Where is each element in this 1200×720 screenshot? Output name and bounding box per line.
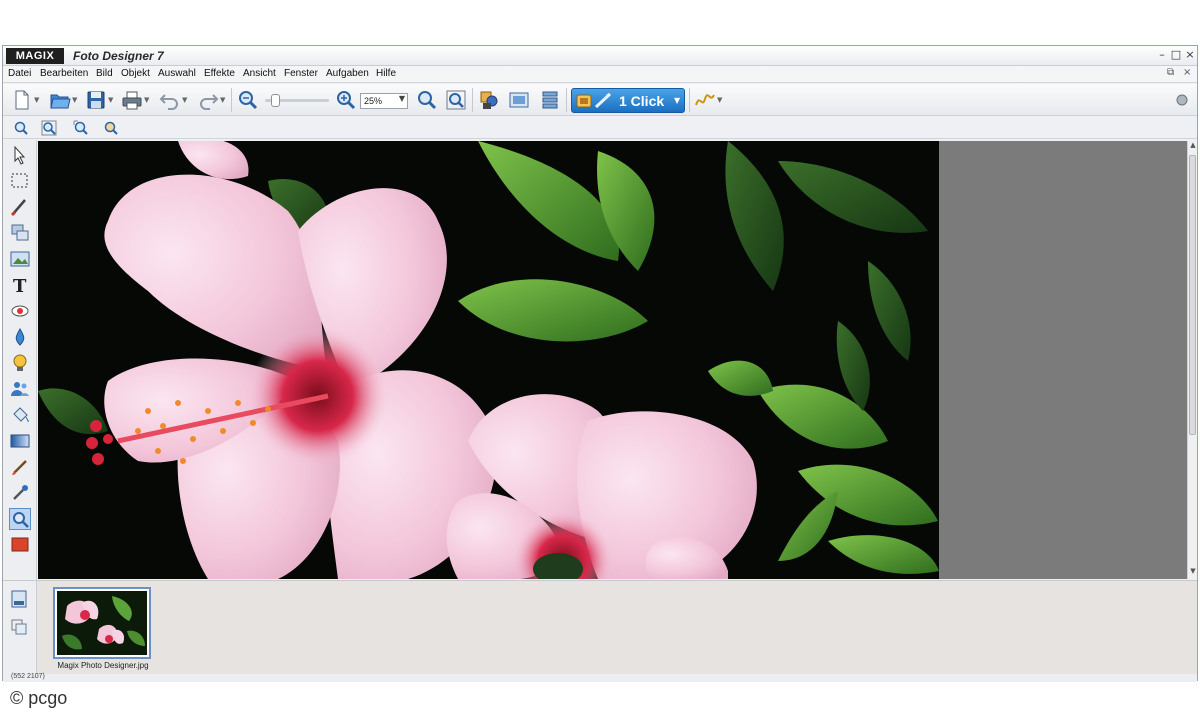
zoom-level-value: 25% [364,96,383,106]
maximize-button[interactable]: □ [1169,48,1183,62]
save-icon[interactable] [85,89,107,111]
mdi-close-button[interactable]: × [1183,67,1191,78]
minimize-button[interactable]: – [1155,48,1169,62]
app-window: MAGIX Foto Designer 7 – □ × Datei Bearbe… [2,45,1198,682]
menu-ansicht[interactable]: Ansicht [243,68,276,79]
main-toolbar: ▼ ▼ ▼ ▼ ▼ ▼ 25% ▼ 1 Click ▼ ▼ [3,84,1197,116]
menu-objekt[interactable]: Objekt [121,68,150,79]
menu-auswahl[interactable]: Auswahl [158,68,196,79]
title-bar: MAGIX Foto Designer 7 – □ × [3,46,1197,66]
chevron-down-icon: ▼ [398,94,405,103]
screenshot: MAGIX Foto Designer 7 – □ × Datei Bearbe… [0,0,1200,720]
menu-datei[interactable]: Datei [8,68,31,79]
new-file-icon[interactable] [11,89,33,111]
toolbar-separator [472,88,473,112]
chevron-down-icon[interactable]: ▼ [108,97,114,104]
menu-effekte[interactable]: Effekte [204,68,235,79]
undo-icon[interactable] [159,89,181,111]
red-eye-icon[interactable] [9,300,31,322]
status-coordinates: (552 2107) [11,673,45,680]
menu-bar: Datei Bearbeiten Bild Objekt Auswahl Eff… [3,66,1197,83]
pcgo-watermark: © pcgo [10,688,68,708]
view-icon-1[interactable] [13,120,29,136]
toolbar-separator [566,88,567,112]
close-button[interactable]: × [1183,48,1197,62]
menu-aufgaben[interactable]: Aufgaben [326,68,369,79]
scroll-down-icon[interactable]: ▼ [1188,567,1198,577]
menu-hilfe[interactable]: Hilfe [376,68,396,79]
view-icon-3[interactable] [73,120,89,136]
object-manager-icon[interactable] [478,89,500,111]
one-click-icon [576,92,612,109]
status-bar: (552 2107) [3,673,1197,682]
hibiscus-thumbnail-image [57,591,147,655]
fit-window-icon[interactable] [445,89,467,111]
vertical-scrollbar[interactable]: ▲ ▼ [1187,141,1197,579]
gradient-icon[interactable] [9,430,31,452]
clone-icon[interactable] [9,222,31,244]
people-icon[interactable] [9,378,31,400]
chevron-down-icon[interactable]: ▼ [717,97,723,104]
fill-icon[interactable] [9,404,31,426]
chevron-down-icon[interactable]: ▼ [144,97,150,104]
signature-icon[interactable] [694,89,716,111]
chevron-down-icon[interactable]: ▼ [34,97,40,104]
media-pool-toggle-icon[interactable] [9,589,29,609]
folder-view-icon[interactable] [9,617,29,637]
thumbnail-filename: Magix Photo Designer.jpg [57,661,149,670]
redo-icon[interactable] [197,89,219,111]
secondary-toolbar [3,117,1197,139]
bulb-icon[interactable] [9,352,31,374]
menu-fenster[interactable]: Fenster [284,68,318,79]
text-tool-glyph: T [13,276,27,296]
pointer-tool-icon[interactable] [9,144,31,166]
brush-icon[interactable] [9,196,31,218]
scroll-thumb[interactable] [1189,155,1196,435]
one-click-label: 1 Click [619,93,665,109]
toolbar-separator [689,88,690,112]
magix-logo: MAGIX [6,48,64,64]
zoom-slider-handle[interactable] [271,94,280,107]
zoom-level-select[interactable]: 25% ▼ [360,93,408,109]
rectangle-select-icon[interactable] [9,170,31,192]
zoom-100-icon[interactable] [416,89,438,111]
filmstrip-thumbnail[interactable] [53,587,151,659]
help-icon[interactable] [1171,89,1193,111]
one-click-button[interactable]: 1 Click ▼ [571,88,685,113]
tool-palette: T [3,140,37,580]
zoom-in-icon[interactable] [335,89,357,111]
print-icon[interactable] [121,89,143,111]
scroll-up-icon[interactable]: ▲ [1188,141,1198,151]
media-pool-icon[interactable] [508,89,530,111]
zoom-out-icon[interactable] [237,89,259,111]
color-swatch-icon[interactable] [9,534,31,556]
hibiscus-photo [38,141,939,579]
workspace-background [939,141,1187,579]
view-icon-2[interactable] [41,120,57,136]
image-object-icon[interactable] [9,248,31,270]
zoom-tool-icon[interactable] [9,508,31,530]
text-tool-icon[interactable]: T [9,274,31,296]
photo-canvas[interactable] [38,141,939,579]
chevron-down-icon: ▼ [674,96,681,105]
chevron-down-icon[interactable]: ▼ [220,97,226,104]
chevron-down-icon[interactable]: ▼ [72,97,78,104]
view-icon-4[interactable] [103,120,119,136]
paintbrush-icon[interactable] [9,456,31,478]
media-pool-sidebar [3,581,37,675]
toolbar-separator [231,88,232,112]
menu-bild[interactable]: Bild [96,68,113,79]
blur-drop-icon[interactable] [9,326,31,348]
layers-icon[interactable] [539,89,561,111]
app-title: Foto Designer 7 [73,49,164,63]
menu-bearbeiten[interactable]: Bearbeiten [40,68,88,79]
mdi-restore-button[interactable]: ⧉ [1167,67,1174,78]
media-pool-panel: Magix Photo Designer.jpg [3,580,1197,675]
pipette-icon[interactable] [9,482,31,504]
chevron-down-icon[interactable]: ▼ [182,97,188,104]
open-folder-icon[interactable] [49,89,71,111]
